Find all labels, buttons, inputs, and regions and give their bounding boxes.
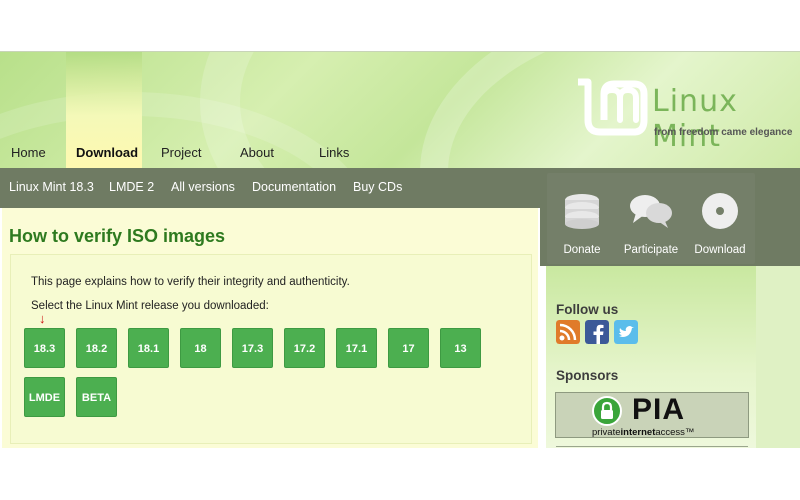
donate-button[interactable]: Donate xyxy=(547,173,617,264)
chat-bubbles-icon xyxy=(630,195,672,228)
follow-us-heading: Follow us xyxy=(556,302,619,317)
nav-home[interactable]: Home xyxy=(11,143,46,163)
sub-nav: Linux Mint 18.3 LMDE 2 All versions Docu… xyxy=(0,168,540,208)
logo-wordmark: Linux Mint xyxy=(652,84,738,154)
version-button-18-2[interactable]: 18.2 xyxy=(76,328,117,368)
pia-wordmark: PIA xyxy=(632,393,686,426)
facebook-icon[interactable] xyxy=(585,320,609,344)
sidebar-margin xyxy=(756,266,800,448)
version-button-beta[interactable]: BETA xyxy=(76,377,117,417)
subnav-linux-mint-18-3[interactable]: Linux Mint 18.3 xyxy=(9,180,94,194)
version-button-18-3[interactable]: 18.3 xyxy=(24,328,65,368)
padlock-icon xyxy=(592,396,622,426)
version-button-17-1[interactable]: 17.1 xyxy=(336,328,377,368)
download-side-button[interactable]: Download xyxy=(685,173,755,264)
donate-label: Donate xyxy=(563,244,601,256)
disc-icon xyxy=(702,193,738,229)
intro-text: This page explains how to verify their i… xyxy=(31,276,350,288)
quick-actions: Donate Participate Download xyxy=(547,173,755,264)
pia-subtitle: privateinternetaccess™ xyxy=(592,427,694,438)
version-button-18[interactable]: 18 xyxy=(180,328,221,368)
sidebar-divider xyxy=(556,446,748,447)
participate-label: Participate xyxy=(623,244,679,256)
download-side-label: Download xyxy=(694,244,746,256)
nav-about[interactable]: About xyxy=(240,143,274,163)
subnav-buy-cds[interactable]: Buy CDs xyxy=(353,180,402,194)
version-button-17-2[interactable]: 17.2 xyxy=(284,328,325,368)
select-release-prompt: Select the Linux Mint release you downlo… xyxy=(31,300,269,312)
pia-sub-suffix: access™ xyxy=(655,427,695,438)
sponsors-heading: Sponsors xyxy=(556,368,619,383)
version-button-17[interactable]: 17 xyxy=(388,328,429,368)
subnav-lmde-2[interactable]: LMDE 2 xyxy=(109,180,154,194)
version-button-13[interactable]: 13 xyxy=(440,328,481,368)
top-blank-area xyxy=(0,0,800,52)
version-button-17-3[interactable]: 17.3 xyxy=(232,328,273,368)
twitter-icon[interactable] xyxy=(614,320,638,344)
version-button-18-1[interactable]: 18.1 xyxy=(128,328,169,368)
subnav-documentation[interactable]: Documentation xyxy=(252,180,336,194)
pia-sub-prefix: private xyxy=(592,427,621,438)
participate-button[interactable]: Participate xyxy=(616,173,686,264)
nav-project[interactable]: Project xyxy=(161,143,201,163)
version-button-lmde[interactable]: LMDE xyxy=(24,377,65,417)
selected-arrow-indicator: ↓ xyxy=(39,311,46,326)
rss-icon[interactable] xyxy=(556,320,580,344)
logo-tagline: from freedom came elegance xyxy=(654,127,793,138)
page-title: How to verify ISO images xyxy=(9,226,226,246)
nav-links[interactable]: Links xyxy=(319,143,349,163)
pia-sub-bold: internet xyxy=(620,427,656,438)
subnav-all-versions[interactable]: All versions xyxy=(171,180,235,194)
bottom-blank-area xyxy=(0,448,800,500)
coins-stack-icon xyxy=(565,194,599,229)
nav-download[interactable]: Download xyxy=(76,143,138,163)
